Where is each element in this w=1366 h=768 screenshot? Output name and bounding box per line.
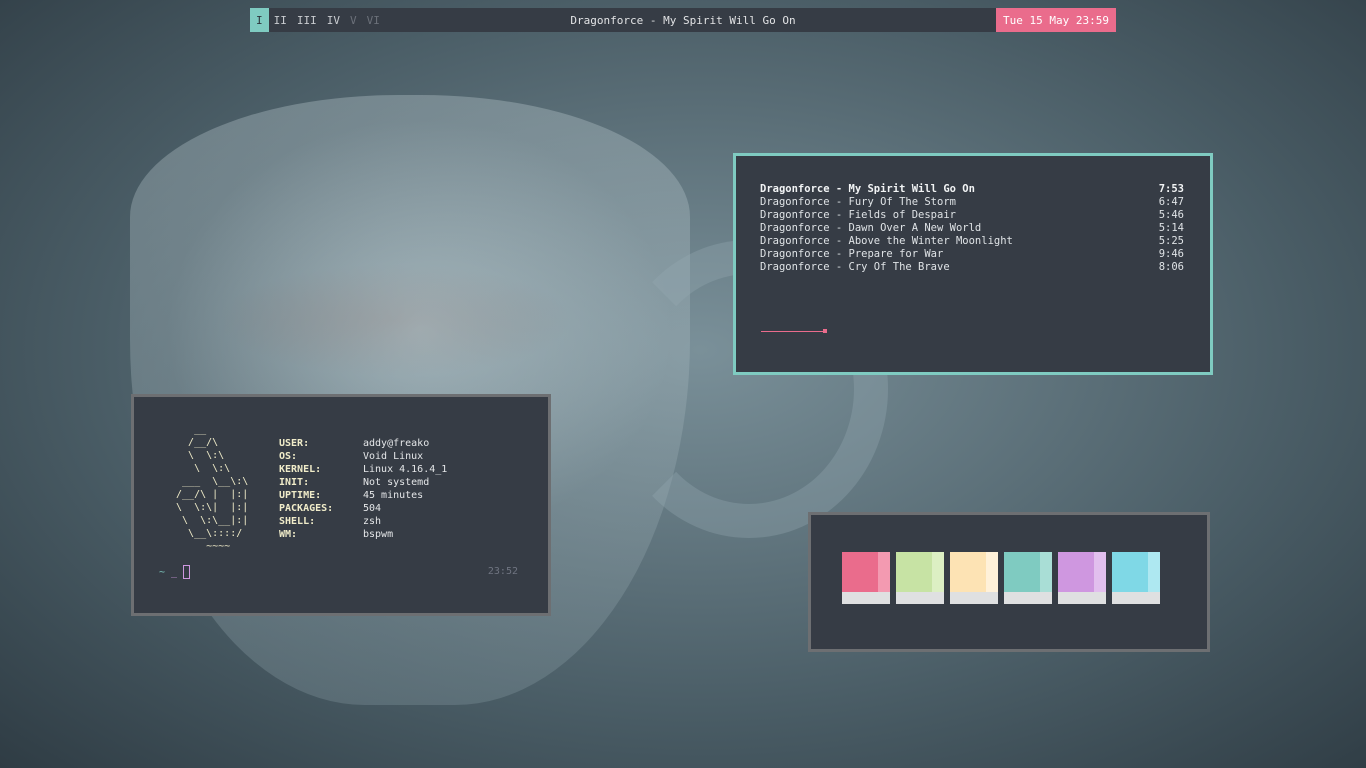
swatch-light xyxy=(878,552,890,592)
playlist-track[interactable]: Dragonforce - My Spirit Will Go On 7:53 xyxy=(760,183,1184,196)
music-player-window[interactable]: Dragonforce - My Spirit Will Go On 7:53 Dr… xyxy=(733,153,1213,375)
track-title: Dragonforce - Cry Of The Brave xyxy=(760,261,950,273)
prompt-arrow: _ xyxy=(171,566,178,578)
color-swatch-green xyxy=(896,552,944,604)
swatch-base xyxy=(1058,592,1106,604)
swatch-light xyxy=(1040,552,1052,592)
workspace-5[interactable]: V xyxy=(345,8,362,32)
track-length: 9:46 xyxy=(1158,248,1184,260)
track-length: 5:25 xyxy=(1158,235,1184,247)
swatch-base xyxy=(1112,592,1160,604)
color-swatch-teal xyxy=(1004,552,1052,604)
system-info-row: KERNEL: Linux 4.16.4_1 xyxy=(279,463,447,476)
info-value: Linux 4.16.4_1 xyxy=(363,464,448,475)
swatch-base xyxy=(842,592,890,604)
playlist-track[interactable]: Dragonforce - Fury Of The Storm 6:47 xyxy=(760,196,1184,209)
swatch-main xyxy=(950,552,986,592)
swatch-main xyxy=(1004,552,1040,592)
track-length: 5:14 xyxy=(1158,222,1184,234)
playback-progress-knob[interactable] xyxy=(823,329,827,333)
info-key: UPTIME: xyxy=(279,490,322,501)
info-value: 504 xyxy=(363,503,382,514)
void-linux-ascii-logo: __ /__/\ \ \:\ \ \:\ ___ \__\:\ /__/\ | … xyxy=(176,424,249,552)
info-value: zsh xyxy=(363,516,382,527)
prompt-symbol: ~ xyxy=(159,566,166,578)
info-value: bspwm xyxy=(363,529,394,540)
info-key: INIT: xyxy=(279,477,310,488)
top-bar: I II III IV V VI Dragonforce - My Spirit Will… xyxy=(250,8,1116,32)
info-key: WM: xyxy=(279,529,298,540)
system-info-row: UPTIME: 45 minutes xyxy=(279,489,423,502)
info-key: PACKAGES: xyxy=(279,503,334,514)
track-title: Dragonforce - Fury Of The Storm xyxy=(760,196,956,208)
swatch-main xyxy=(842,552,878,592)
system-info-row: PACKAGES: 504 xyxy=(279,502,381,515)
playlist-track[interactable]: Dragonforce - Cry Of The Brave 8:06 xyxy=(760,261,1184,274)
track-length: 8:06 xyxy=(1158,261,1184,273)
swatch-main xyxy=(896,552,932,592)
info-key: SHELL: xyxy=(279,516,316,527)
track-title: Dragonforce - My Spirit Will Go On xyxy=(760,183,975,195)
info-key: KERNEL: xyxy=(279,464,322,475)
info-key: OS: xyxy=(279,451,298,462)
track-title: Dragonforce - Fields of Despair xyxy=(760,209,956,221)
swatch-light xyxy=(1094,552,1106,592)
clock: Tue 15 May 23:59 xyxy=(996,8,1116,32)
swatch-main xyxy=(1112,552,1148,592)
prompt-time: 23:52 xyxy=(487,566,518,577)
playlist-track[interactable]: Dragonforce - Fields of Despair 5:46 xyxy=(760,209,1184,222)
info-value: addy@freako xyxy=(363,438,430,449)
system-info-row: USER: addy@freako xyxy=(279,437,429,450)
swatch-base xyxy=(896,592,944,604)
swatch-light xyxy=(986,552,998,592)
color-swatch-purple xyxy=(1058,552,1106,604)
playlist-track[interactable]: Dragonforce - Dawn Over A New World 5:14 xyxy=(760,222,1184,235)
track-length: 6:47 xyxy=(1158,196,1184,208)
track-length: 7:53 xyxy=(1158,183,1184,195)
color-swatch-cyan xyxy=(1112,552,1160,604)
playlist-track[interactable]: Dragonforce - Prepare for War 9:46 xyxy=(760,248,1184,261)
color-swatch-peach xyxy=(950,552,998,604)
swatch-light xyxy=(932,552,944,592)
workspace-2[interactable]: II xyxy=(269,8,292,32)
color-palette-window[interactable] xyxy=(808,512,1210,652)
shell-prompt[interactable]: ~ _ xyxy=(159,565,191,579)
workspace-1[interactable]: I xyxy=(250,8,269,32)
swatch-main xyxy=(1058,552,1094,592)
track-length: 5:46 xyxy=(1158,209,1184,221)
workspace-6[interactable]: VI xyxy=(362,8,385,32)
workspace-3[interactable]: III xyxy=(292,8,322,32)
workspace-4[interactable]: IV xyxy=(322,8,345,32)
system-info-row: SHELL: zsh xyxy=(279,515,381,528)
system-info-row: WM: bspwm xyxy=(279,528,393,541)
playlist-track[interactable]: Dragonforce - Above the Winter Moonlight… xyxy=(760,235,1184,248)
terminal-window[interactable]: __ /__/\ \ \:\ \ \:\ ___ \__\:\ /__/\ | … xyxy=(131,394,551,616)
info-value: Not systemd xyxy=(363,477,430,488)
swatch-base xyxy=(1004,592,1052,604)
workspace-list: I II III IV V VI xyxy=(250,8,385,32)
track-title: Dragonforce - Prepare for War xyxy=(760,248,944,260)
swatch-light xyxy=(1148,552,1160,592)
color-swatch-pink xyxy=(842,552,890,604)
system-info-row: INIT: Not systemd xyxy=(279,476,429,489)
track-title: Dragonforce - Dawn Over A New World xyxy=(760,222,982,234)
track-title: Dragonforce - Above the Winter Moonlight xyxy=(760,235,1013,247)
info-value: Void Linux xyxy=(363,451,424,462)
swatch-base xyxy=(950,592,998,604)
system-info-row: OS: Void Linux xyxy=(279,450,423,463)
text-cursor xyxy=(183,565,191,579)
info-key: USER: xyxy=(279,438,310,449)
info-value: 45 minutes xyxy=(363,490,424,501)
playback-progress-bar[interactable] xyxy=(761,331,825,332)
